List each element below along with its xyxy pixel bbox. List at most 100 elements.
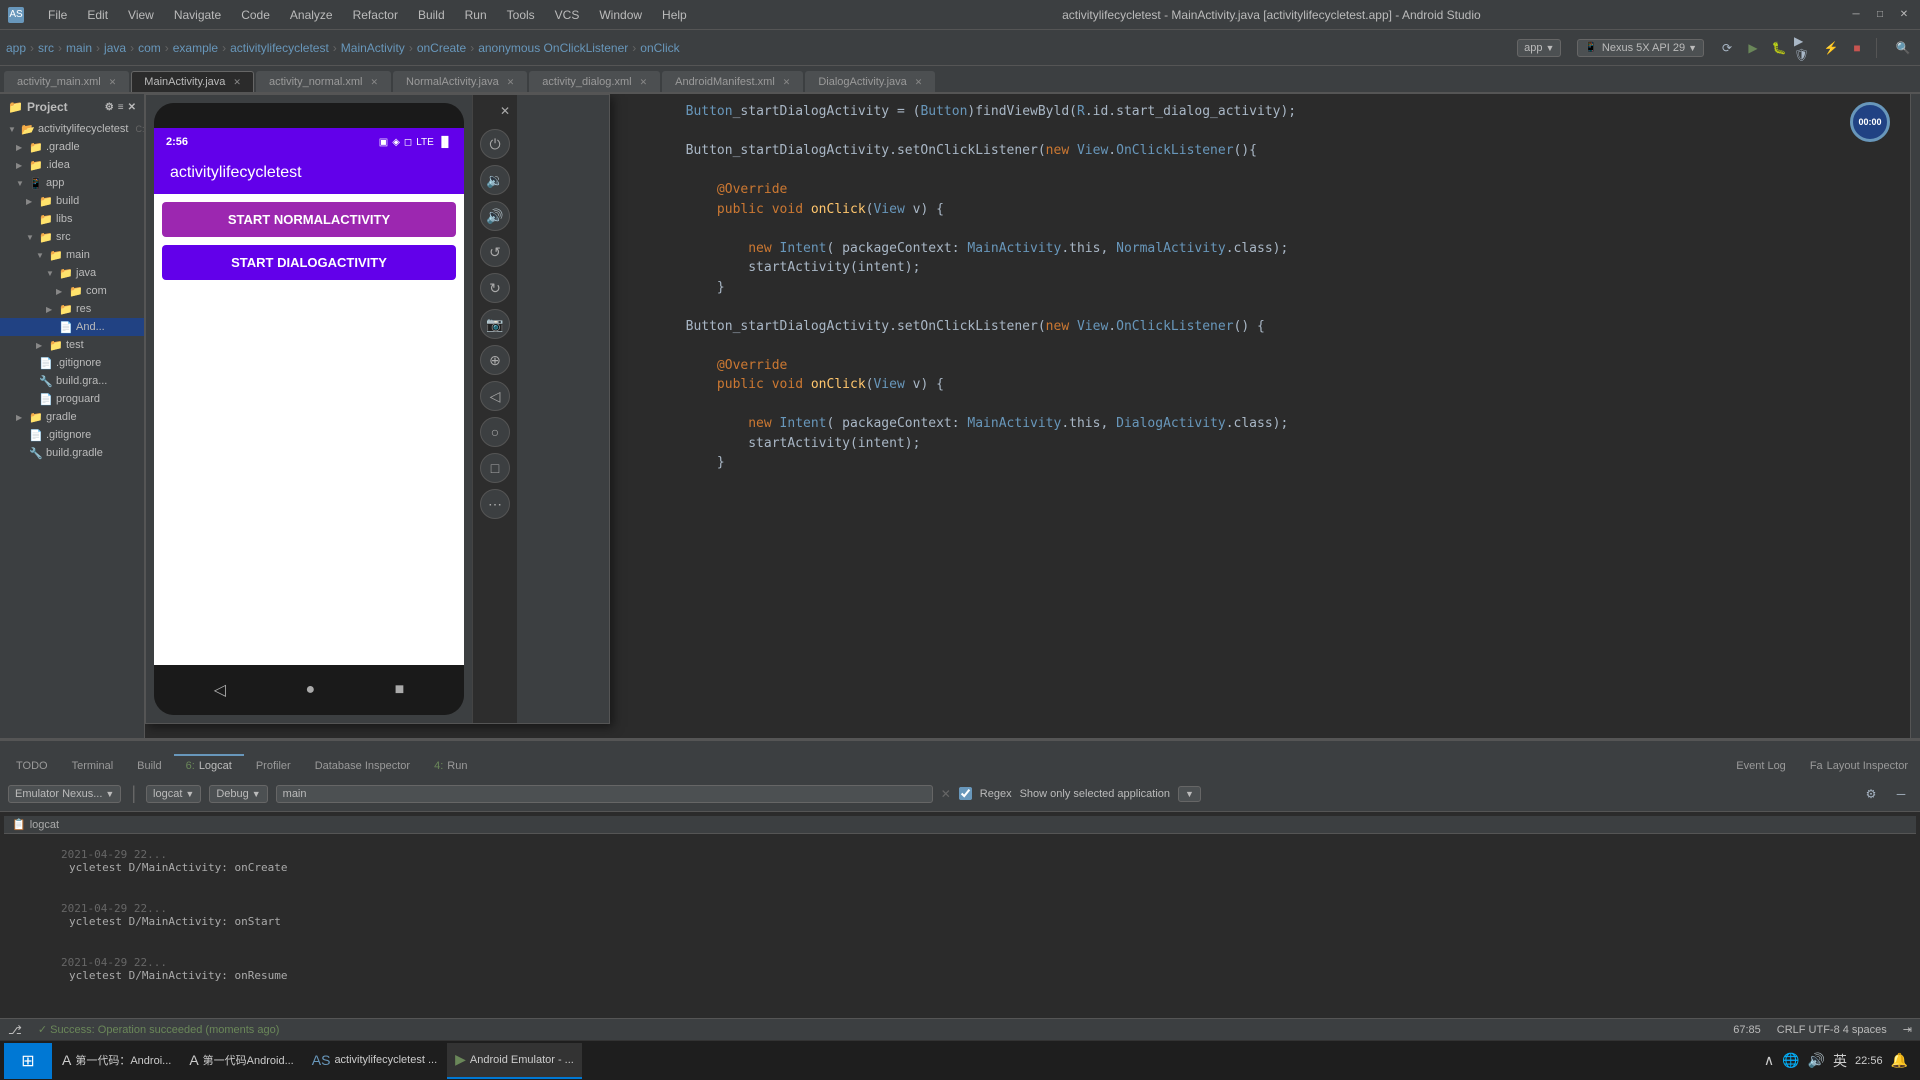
menu-file[interactable]: File [40,6,75,24]
maximize-button[interactable]: □ [1872,7,1888,23]
taskbar-item-code1[interactable]: A 第一代码：Androi... [54,1043,179,1079]
system-clock[interactable]: 22:56 [1855,1055,1883,1067]
menu-window[interactable]: Window [591,6,650,24]
recents-button[interactable]: ■ [395,681,405,699]
breadcrumb-example[interactable]: example [173,41,218,55]
tab-mainactivity-java[interactable]: MainActivity.java ✕ [131,71,254,92]
tab-dialogactivity-java[interactable]: DialogActivity.java ✕ [805,71,935,92]
tree-item-buildgradle-app[interactable]: 🔧 build.gra... [0,372,144,390]
tray-chevron-icon[interactable]: ∧ [1764,1052,1774,1069]
back-nav-button[interactable]: ◁ [480,381,510,411]
breadcrumb-oncreate[interactable]: onCreate [417,41,466,55]
volume-icon[interactable]: 🔊 [1808,1052,1825,1069]
home-nav-button[interactable]: ○ [480,417,510,447]
emulator-filter-dropdown[interactable]: Emulator Nexus... ▼ [8,785,121,803]
tree-item-java[interactable]: ▼ 📁 java [0,264,144,282]
minimize-button[interactable]: ─ [1848,7,1864,23]
emulator-close-button[interactable]: ✕ [497,103,513,119]
app-module-dropdown[interactable]: app ▼ [1517,39,1561,57]
regex-checkbox[interactable] [959,787,972,800]
debug-button[interactable]: 🐛 [1768,37,1790,59]
sidebar-settings-icon[interactable]: ⚙ [105,102,114,113]
indent-icon[interactable]: ⇥ [1903,1023,1912,1036]
zoom-button[interactable]: ⊕ [480,345,510,375]
close-icon[interactable]: ✕ [783,77,791,88]
tab-build[interactable]: Build [125,754,173,776]
tab-profiler[interactable]: Profiler [244,754,303,776]
menu-run[interactable]: Run [457,6,495,24]
tree-item-com[interactable]: ▶ 📁 com [0,282,144,300]
input-lang-icon[interactable]: 英 [1833,1051,1847,1071]
tree-item-idea[interactable]: ▶ 📁 .idea [0,156,144,174]
breadcrumb-listener[interactable]: anonymous OnClickListener [478,41,628,55]
tree-item-gradle[interactable]: ▶ 📁 .gradle [0,138,144,156]
search-everywhere-button[interactable]: 🔍 [1892,37,1914,59]
notification-icon[interactable]: 🔔 [1891,1052,1908,1069]
menu-refactor[interactable]: Refactor [345,6,406,24]
menu-analyze[interactable]: Analyze [282,6,341,24]
breadcrumb-main[interactable]: main [66,41,92,55]
tree-item-gitignore-root[interactable]: 📄 .gitignore [0,426,144,444]
run-coverage-button[interactable]: ▶🛡 [1794,37,1816,59]
sync-button[interactable]: ⟳ [1716,37,1738,59]
tree-item-libs[interactable]: 📁 libs [0,210,144,228]
menu-edit[interactable]: Edit [79,6,116,24]
tab-run[interactable]: 4: Run [422,754,479,776]
profile-button[interactable]: ⚡ [1820,37,1842,59]
tab-logcat[interactable]: 6: Logcat [174,754,244,776]
sidebar-close-icon[interactable]: ✕ [128,102,136,113]
code-editor[interactable]: 00:00 2:56 ▣ ◈ ◻ LTE ▐▌ [145,94,1910,738]
menu-build[interactable]: Build [410,6,453,24]
sidebar-collapse-icon[interactable]: ≡ [118,102,124,113]
run-button[interactable]: ▶ [1742,37,1764,59]
volume-down-button[interactable]: 🔉 [480,165,510,195]
process-filter-dropdown[interactable]: logcat ▼ [146,785,201,803]
tab-activity-normal-xml[interactable]: activity_normal.xml ✕ [256,71,391,92]
menu-vcs[interactable]: VCS [547,6,588,24]
tab-database-inspector[interactable]: Database Inspector [303,754,422,776]
more-button[interactable]: ⋯ [480,489,510,519]
close-icon[interactable]: ✕ [109,77,117,88]
logcat-settings-button[interactable]: ⚙ [1860,783,1882,805]
screenshot-button[interactable]: 📷 [480,309,510,339]
tab-activity-dialog-xml[interactable]: activity_dialog.xml ✕ [529,71,660,92]
tab-layout-inspector[interactable]: Fa Layout Inspector [1798,754,1920,776]
start-dialogactivity-button[interactable]: START DIALOGACTIVITY [162,245,456,280]
tree-item-proguard[interactable]: 📄 proguard [0,390,144,408]
breadcrumb-package[interactable]: activitylifecycletest [230,41,329,55]
tree-item-gitignore-app[interactable]: 📄 .gitignore [0,354,144,372]
menu-code[interactable]: Code [233,6,278,24]
show-only-dropdown[interactable]: ▼ [1178,786,1201,802]
logcat-search-input[interactable] [276,785,933,803]
tree-item-buildgradle-root[interactable]: 🔧 build.gradle [0,444,144,462]
close-icon[interactable]: ✕ [370,77,378,88]
breadcrumb-onclick[interactable]: onClick [640,41,679,55]
menu-view[interactable]: View [120,6,162,24]
tree-item-gradle-root[interactable]: ▶ 📁 gradle [0,408,144,426]
rotate-right-button[interactable]: ↻ [480,273,510,303]
power-button[interactable]: ⏻ [480,129,510,159]
breadcrumb-java[interactable]: java [104,41,126,55]
tab-todo[interactable]: TODO [4,754,60,776]
tab-normalactivity-java[interactable]: NormalActivity.java ✕ [393,71,527,92]
taskbar-item-androidstudio[interactable]: AS activitylifecycletest ... [304,1043,445,1079]
breadcrumb-com[interactable]: com [138,41,161,55]
rotate-left-button[interactable]: ↺ [480,237,510,267]
close-icon[interactable]: ✕ [915,77,923,88]
square-nav-button[interactable]: □ [480,453,510,483]
menu-navigate[interactable]: Navigate [166,6,229,24]
tree-item-androidmanifest[interactable]: 📄 And... [0,318,144,336]
close-icon[interactable]: ✕ [507,77,515,88]
network-icon[interactable]: 🌐 [1782,1052,1799,1069]
tab-activity-main-xml[interactable]: activity_main.xml ✕ [4,71,129,92]
logcat-minimize-button[interactable]: ─ [1890,783,1912,805]
tree-item-app[interactable]: ▼ 📱 app [0,174,144,192]
tab-terminal[interactable]: Terminal [60,754,126,776]
device-dropdown[interactable]: 📱 Nexus 5X API 29 ▼ [1577,39,1704,57]
tree-item-root[interactable]: ▼ 📂 activitylifecycletest C:\Users\Adm..… [0,120,144,138]
breadcrumb-app[interactable]: app [6,41,26,55]
tree-item-build[interactable]: ▶ 📁 build [0,192,144,210]
start-button[interactable]: ⊞ [4,1043,52,1079]
tree-item-main[interactable]: ▼ 📁 main [0,246,144,264]
taskbar-item-code2[interactable]: A 第一代码Android... [181,1043,301,1079]
